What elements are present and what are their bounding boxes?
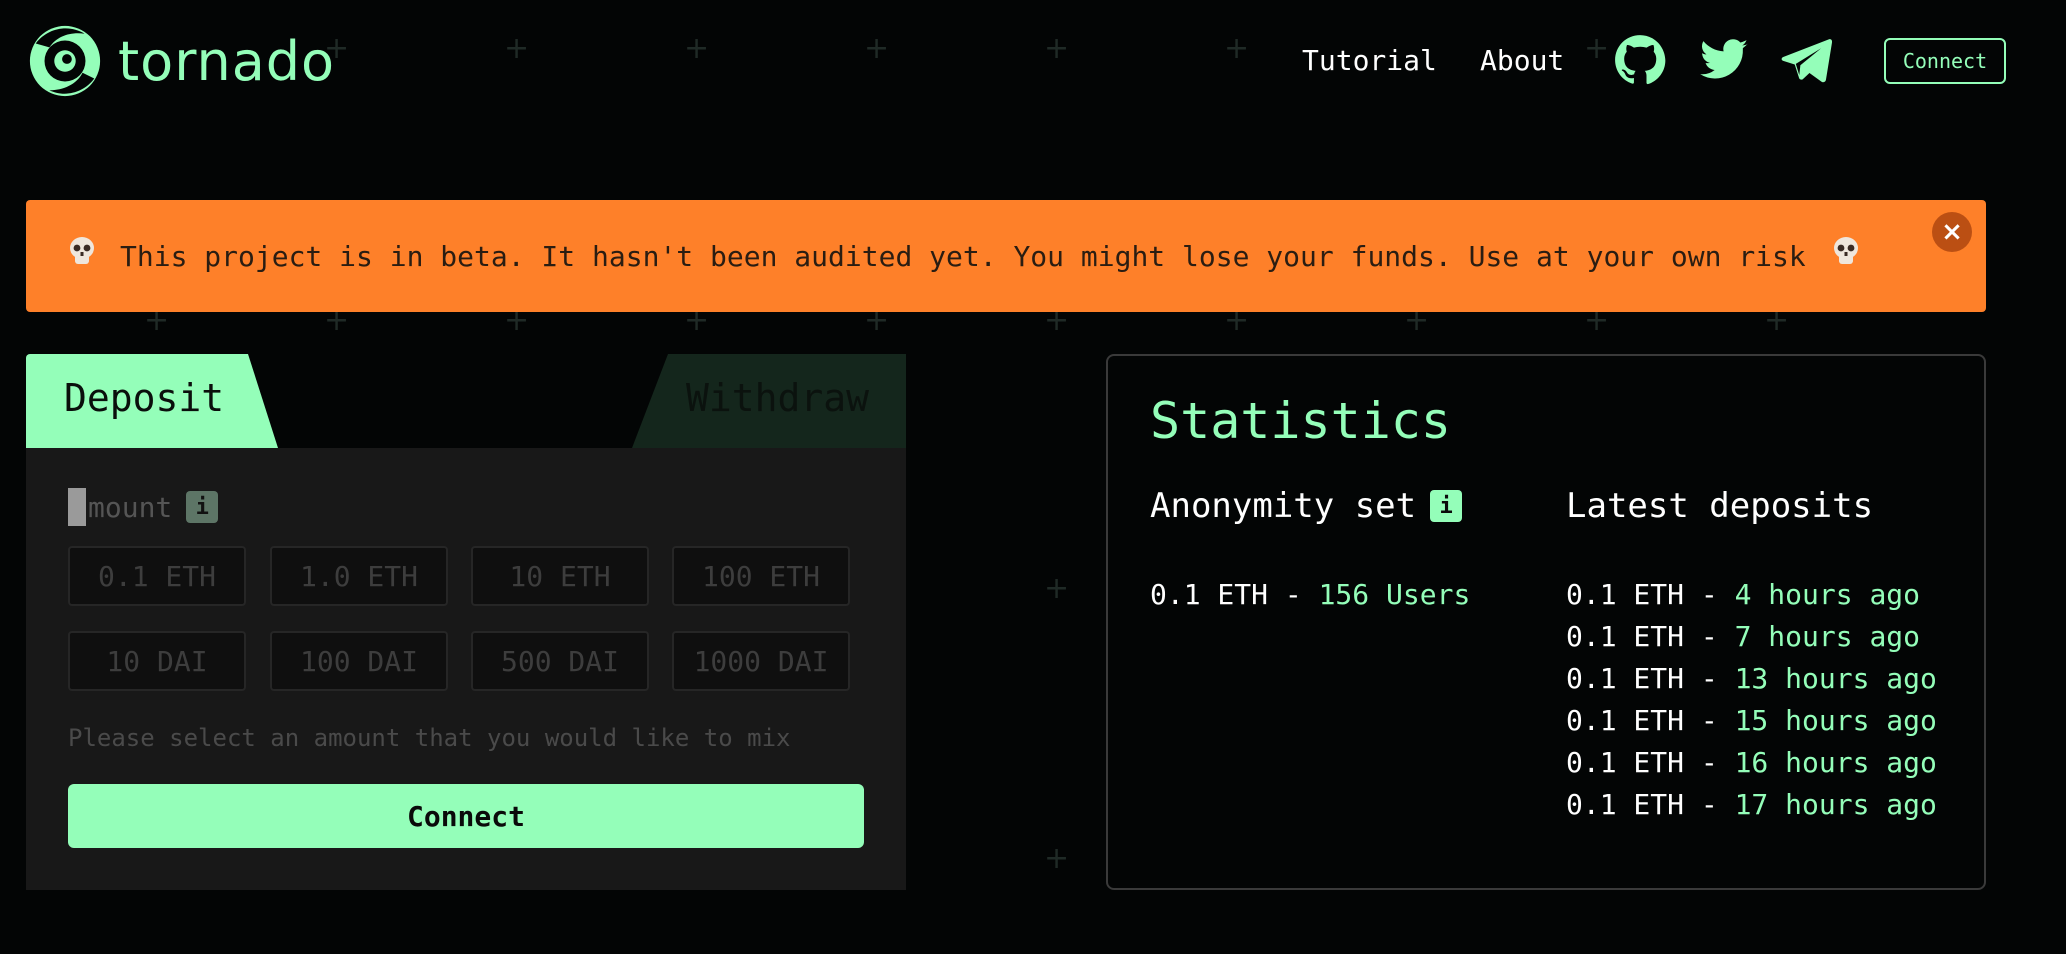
deposit-amount: 0.1 ETH -: [1566, 662, 1735, 695]
amount-label-text: mount: [88, 490, 173, 524]
banner-message: This project is in beta. It hasn't been …: [120, 240, 1806, 273]
amount-option-100-eth[interactable]: 100 ETH: [672, 546, 850, 606]
amount-info-icon[interactable]: i: [186, 491, 219, 523]
banner-close-button[interactable]: ×: [1932, 212, 1972, 252]
tab-deposit-label: Deposit: [64, 376, 225, 420]
anonymity-users: 156 Users: [1318, 578, 1471, 611]
latest-deposits-heading: Latest deposits: [1566, 486, 1874, 526]
anonymity-set-heading: Anonymity set i: [1150, 486, 1463, 526]
deposit-connect-button[interactable]: Connect: [68, 784, 864, 848]
list-item: 0.1 ETH - 4 hours ago: [1566, 578, 1920, 611]
header-connect-button[interactable]: Connect: [1884, 38, 2006, 84]
text-cursor: [68, 488, 86, 526]
github-icon[interactable]: [1614, 34, 1666, 86]
nav-tutorial-link[interactable]: Tutorial: [1302, 44, 1437, 77]
tab-withdraw[interactable]: Withdraw: [632, 354, 906, 448]
anonymity-set-value: 0.1 ETH - 156 Users: [1150, 578, 1470, 611]
amount-option-10-dai[interactable]: 10 DAI: [68, 631, 246, 691]
anonymity-info-icon[interactable]: i: [1430, 490, 1463, 522]
amount-option-0.1-eth[interactable]: 0.1 ETH: [68, 546, 246, 606]
list-item: 0.1 ETH - 13 hours ago: [1566, 662, 1937, 695]
list-item: 0.1 ETH - 16 hours ago: [1566, 746, 1937, 779]
deposit-amount: 0.1 ETH -: [1566, 578, 1735, 611]
list-item: 0.1 ETH - 7 hours ago: [1566, 620, 1920, 653]
deposit-time: 13 hours ago: [1734, 662, 1937, 695]
deposit-amount: 0.1 ETH -: [1566, 704, 1735, 737]
nav-about-link[interactable]: About: [1480, 44, 1564, 77]
list-item: 0.1 ETH - 17 hours ago: [1566, 788, 1937, 821]
telegram-icon[interactable]: [1780, 34, 1832, 86]
statistics-title: Statistics: [1150, 392, 1452, 450]
tornado-logo-icon: [29, 25, 101, 97]
skull-icon: [1834, 237, 1858, 264]
amount-option-100-dai[interactable]: 100 DAI: [270, 631, 448, 691]
skull-icon: [70, 237, 94, 264]
deposit-time: 7 hours ago: [1734, 620, 1921, 653]
tab-deposit[interactable]: Deposit: [26, 354, 278, 448]
twitter-icon[interactable]: [1698, 34, 1750, 86]
deposit-amount: 0.1 ETH -: [1566, 788, 1735, 821]
deposit-time: 16 hours ago: [1734, 746, 1937, 779]
deposit-amount: 0.1 ETH -: [1566, 746, 1735, 779]
list-item: 0.1 ETH - 15 hours ago: [1566, 704, 1937, 737]
anonymity-amount: 0.1 ETH -: [1150, 578, 1319, 611]
statistics-panel: Statistics Anonymity set i Latest deposi…: [1106, 354, 1986, 890]
brand-logo[interactable]: tornado: [26, 22, 335, 100]
deposit-time: 15 hours ago: [1734, 704, 1937, 737]
deposit-time: 4 hours ago: [1734, 578, 1921, 611]
deposit-panel: mount i 0.1 ETH 1.0 ETH 10 ETH 100 ETH 1…: [26, 448, 906, 890]
amount-label: mount i: [68, 488, 219, 526]
brand-name: tornado: [118, 29, 336, 93]
amount-option-1-eth[interactable]: 1.0 ETH: [270, 546, 448, 606]
tab-withdraw-label: Withdraw: [686, 376, 870, 420]
deposit-time: 17 hours ago: [1734, 788, 1937, 821]
amount-hint: Please select an amount that you would l…: [68, 724, 791, 752]
amount-option-500-dai[interactable]: 500 DAI: [471, 631, 649, 691]
amount-option-10-eth[interactable]: 10 ETH: [471, 546, 649, 606]
deposit-amount: 0.1 ETH -: [1566, 620, 1735, 653]
beta-warning-banner: This project is in beta. It hasn't been …: [26, 200, 1986, 312]
anonymity-set-label: Anonymity set: [1150, 486, 1417, 526]
amount-option-1000-dai[interactable]: 1000 DAI: [672, 631, 850, 691]
